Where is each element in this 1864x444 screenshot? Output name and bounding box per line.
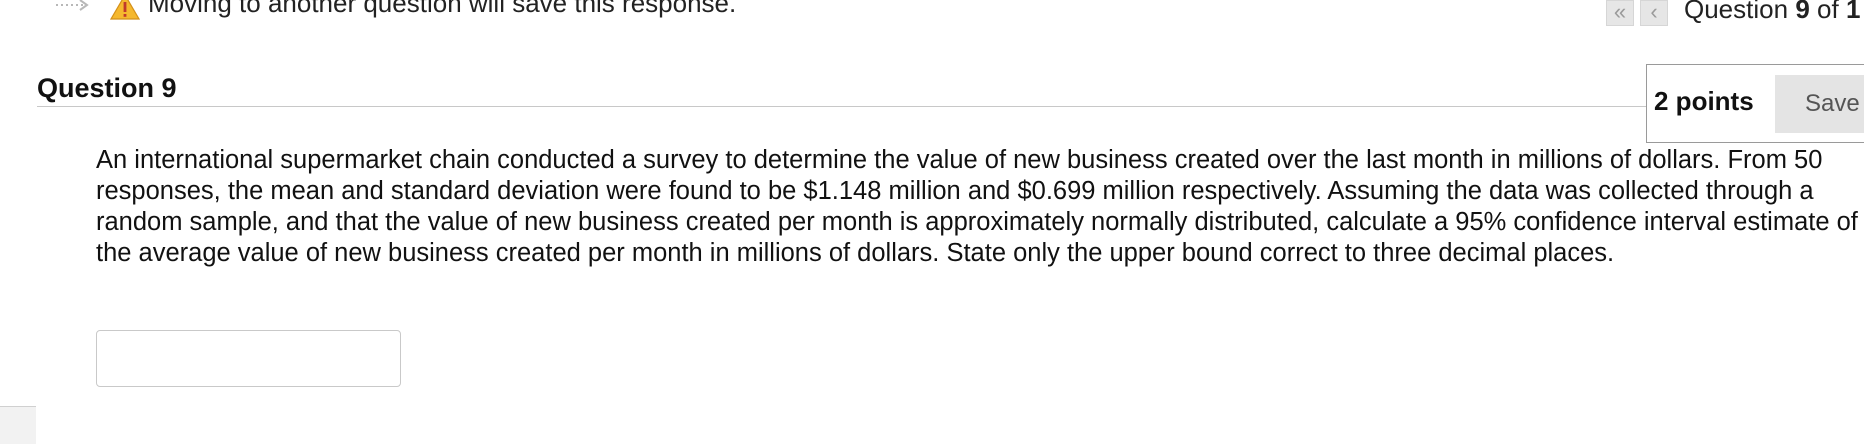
question-counter-prefix: Question xyxy=(1684,0,1789,24)
left-gutter-panel xyxy=(0,406,36,444)
answer-input[interactable] xyxy=(96,330,401,387)
question-counter: Question 9 of 1 xyxy=(1684,0,1860,24)
question-header-divider xyxy=(37,106,1647,107)
first-question-button[interactable]: « xyxy=(1606,0,1634,26)
question-page: Moving to another question will save thi… xyxy=(0,0,1864,444)
question-points: 2 points xyxy=(1654,86,1754,116)
warning-triangle-icon xyxy=(110,0,140,20)
chevron-left-icon: ‹ xyxy=(1650,0,1658,24)
question-counter-current: 9 xyxy=(1795,0,1810,24)
question-counter-of: of xyxy=(1817,0,1839,24)
save-warning-text: Moving to another question will save thi… xyxy=(148,0,737,18)
question-title: Question 9 xyxy=(37,73,177,103)
save-answer-button[interactable]: Save Answer xyxy=(1775,75,1864,133)
save-warning-bar: Moving to another question will save thi… xyxy=(0,0,1864,24)
question-counter-total: 1 xyxy=(1845,0,1861,24)
double-chevron-left-icon: « xyxy=(1613,0,1627,24)
question-text: An international supermarket chain condu… xyxy=(96,146,1858,267)
previous-question-button[interactable]: ‹ xyxy=(1640,0,1668,26)
dotted-arrow-icon xyxy=(56,0,89,11)
